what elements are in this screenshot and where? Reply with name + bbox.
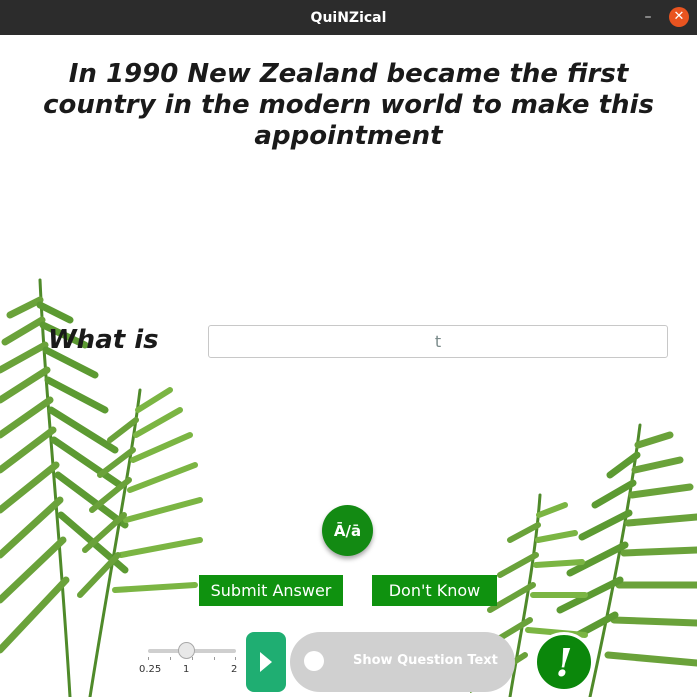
toggle-knob[interactable] <box>304 651 324 671</box>
submit-answer-button[interactable]: Submit Answer <box>199 575 343 606</box>
slider-tick-label: 2 <box>231 664 238 675</box>
minimize-icon[interactable]: – <box>639 8 657 26</box>
show-question-text-toggle[interactable]: Show Question Text <box>290 632 515 692</box>
slider-tick-label: 1 <box>183 664 190 675</box>
slider-tick-label: 0.25 <box>139 664 162 675</box>
speed-slider[interactable]: 0.25 1 2 <box>139 637 240 679</box>
macron-button[interactable]: Ā/ā <box>322 505 373 556</box>
answer-input[interactable] <box>208 325 668 358</box>
toggle-label: Show Question Text <box>353 653 498 668</box>
close-icon[interactable]: ✕ <box>669 7 689 27</box>
dont-know-button[interactable]: Don't Know <box>372 575 497 606</box>
alert-button[interactable]: ! <box>534 632 594 692</box>
play-icon <box>260 652 272 672</box>
quiz-screen: In 1990 New Zealand became the first cou… <box>0 35 697 697</box>
window-title: QuiNZical <box>310 9 387 26</box>
question-text: In 1990 New Zealand became the first cou… <box>43 59 654 151</box>
play-button[interactable] <box>246 632 286 692</box>
window-titlebar: QuiNZical – ✕ <box>0 0 697 35</box>
slider-thumb[interactable] <box>178 642 195 659</box>
slider-ticks <box>148 657 236 661</box>
answer-prompt-label: What is <box>48 325 159 355</box>
